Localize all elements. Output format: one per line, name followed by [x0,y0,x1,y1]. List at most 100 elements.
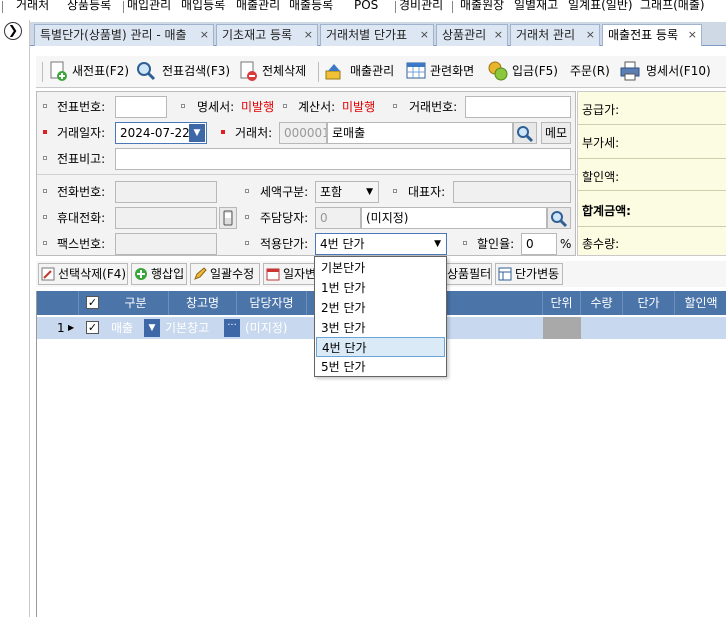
close-icon[interactable]: × [688,25,697,45]
bulk-edit-button[interactable]: 일괄수정 [190,263,260,285]
menu-item-purchase-reg[interactable]: 매입등록 [181,0,225,11]
col-header-type[interactable]: 구분 [103,291,169,315]
col-header-discount[interactable]: 할인액 [675,291,726,315]
product-filter-button[interactable]: 상품필터 [444,263,492,285]
grid-header-select[interactable] [37,291,79,315]
tab-label: 특별단가(상품별) 관리 - 매출 [40,28,187,42]
row-manager[interactable]: (미지정) [245,317,287,339]
price-change-button[interactable]: 단가변동 [495,263,563,285]
phone-field[interactable] [115,181,217,203]
deposit-button[interactable]: 입금(F5) [488,56,560,86]
field-bullet [463,241,467,245]
new-slip-button[interactable]: 새전표(F2) [48,56,132,86]
order-button[interactable]: 주문(R) [570,56,614,86]
menu-item-product-reg[interactable]: 상품등록 [67,0,111,11]
tab-initial-stock[interactable]: 기초재고 등록 × [216,24,318,46]
phone-dial-button[interactable] [219,207,237,229]
row-checkbox[interactable]: ✓ [86,321,99,334]
ellipsis-icon[interactable]: ··· [224,319,240,337]
type-dropdown-icon[interactable]: ▼ [144,319,160,337]
tab-product-mgmt[interactable]: 상품관리 × [436,24,508,46]
manager-code-field[interactable]: 0 [315,207,361,229]
select-all-checkbox[interactable]: ✓ [86,296,99,309]
menu-item-client[interactable]: 거래처 [16,0,49,11]
rep-field[interactable] [453,181,571,203]
close-icon[interactable]: × [304,25,313,45]
close-icon[interactable]: × [200,25,209,45]
tab-special-price[interactable]: 특별단가(상품별) 관리 - 매출 × [34,24,214,46]
close-icon[interactable]: × [586,25,595,45]
tax-select[interactable]: 포함 ▼ [315,181,379,203]
menu-item-sales-ledger[interactable]: 매출원장 [460,0,504,11]
discount-field[interactable]: 0 [521,233,557,255]
memo-button[interactable]: 메모 [541,122,571,144]
tab-client-price-table[interactable]: 거래처별 단가표 × [320,24,434,46]
trade-no-field[interactable] [465,96,571,118]
menu-item-daily-stock[interactable]: 일별재고 [514,0,558,11]
close-icon[interactable]: × [494,25,503,45]
tab-client-mgmt[interactable]: 거래처 관리 × [510,24,600,46]
toolbar: 새전표(F2) 전표검색(F3) 전체삭제 매출관리 관련화면 입금(F5) 주… [36,56,726,88]
sales-mgmt-button[interactable]: 매출관리 [324,56,404,86]
row-warehouse[interactable]: 기본창고 [165,317,209,339]
calendar-icon [266,268,280,281]
insert-row-button[interactable]: 행삽입 [131,263,187,285]
slip-no-label: 전표번호: [57,100,106,114]
phone-label: 전화번호: [57,185,106,199]
calendar-dropdown-icon[interactable]: ▼ [189,124,205,142]
client-name-field[interactable]: 로매출 [327,122,513,144]
row-type[interactable]: 매출 [111,317,133,339]
menu-item-sales-graph[interactable]: 그래프(매출) [640,0,705,11]
discount-amount-label: 할인액: [582,170,620,184]
price-option-3[interactable]: 3번 단가 [316,318,445,338]
mobile-field[interactable] [115,207,217,229]
product-filter-label: 상품필터 [447,267,492,281]
discount-label: 할인율: [477,237,515,251]
col-header-warehouse[interactable]: 창고명 [169,291,237,315]
price-option-4[interactable]: 4번 단가 [316,337,445,357]
row-unit-cell[interactable] [543,317,581,339]
slip-search-button[interactable]: 전표검색(F3) [136,56,234,86]
menu-item-sales-reg[interactable]: 매출등록 [289,0,333,11]
price-option-base[interactable]: 기본단가 [316,258,445,278]
menu-item-purchase-mgmt[interactable]: 매입관리 [127,0,171,11]
col-header-price[interactable]: 단가 [623,291,675,315]
delete-document-icon [240,61,257,81]
col-header-unit[interactable]: 단위 [543,291,581,315]
client-search-button[interactable] [513,122,537,144]
discount-unit: % [560,237,572,251]
expand-arrow-icon[interactable]: ❯ [4,22,22,40]
menu-item-daily-report[interactable]: 일계표(일반) [568,0,633,11]
menu-item-pos[interactable]: POS [354,0,378,11]
col-header-qty[interactable]: 수량 [581,291,623,315]
pencil-icon [194,267,207,280]
trade-date-field[interactable]: 2024-07-22 ▼ [115,122,207,144]
menu-item-sales-mgmt[interactable]: 매출관리 [236,0,280,11]
fax-field[interactable] [115,233,217,255]
manager-label: 주담당자: [260,211,309,225]
statement-button[interactable]: 명세서(F10) [620,56,726,86]
slip-no-field[interactable] [115,96,167,118]
manager-name-field[interactable]: (미지정) [361,207,547,229]
price-option-2[interactable]: 2번 단가 [316,298,445,318]
delete-all-button[interactable]: 전체삭제 [238,56,314,86]
close-icon[interactable]: × [420,25,429,45]
required-bullet [221,130,225,134]
tab-sales-slip[interactable]: 매출전표 등록 × [602,24,702,46]
col-header-manager[interactable]: 담당자명 [237,291,307,315]
price-option-1[interactable]: 1번 단가 [316,278,445,298]
related-screen-button[interactable]: 관련화면 [406,56,486,86]
field-bullet [245,189,249,193]
price-option-5[interactable]: 5번 단가 [316,357,445,377]
price-level-select[interactable]: 4번 단가 ▼ [315,233,447,255]
date-change-button[interactable]: 일자변 [263,263,316,285]
manager-search-button[interactable] [547,207,571,229]
delete-selected-button[interactable]: 선택삭제(F4) [38,263,128,285]
field-bullet [283,104,287,108]
total-label: 합계금액: [582,204,631,218]
menu-item-expense[interactable]: 경비관리 [399,0,443,11]
remark-field[interactable] [115,148,571,170]
tax-value: 포함 [320,185,343,199]
tab-label: 매출전표 등록 [608,28,679,42]
client-code-field[interactable]: 000001 [279,122,327,144]
